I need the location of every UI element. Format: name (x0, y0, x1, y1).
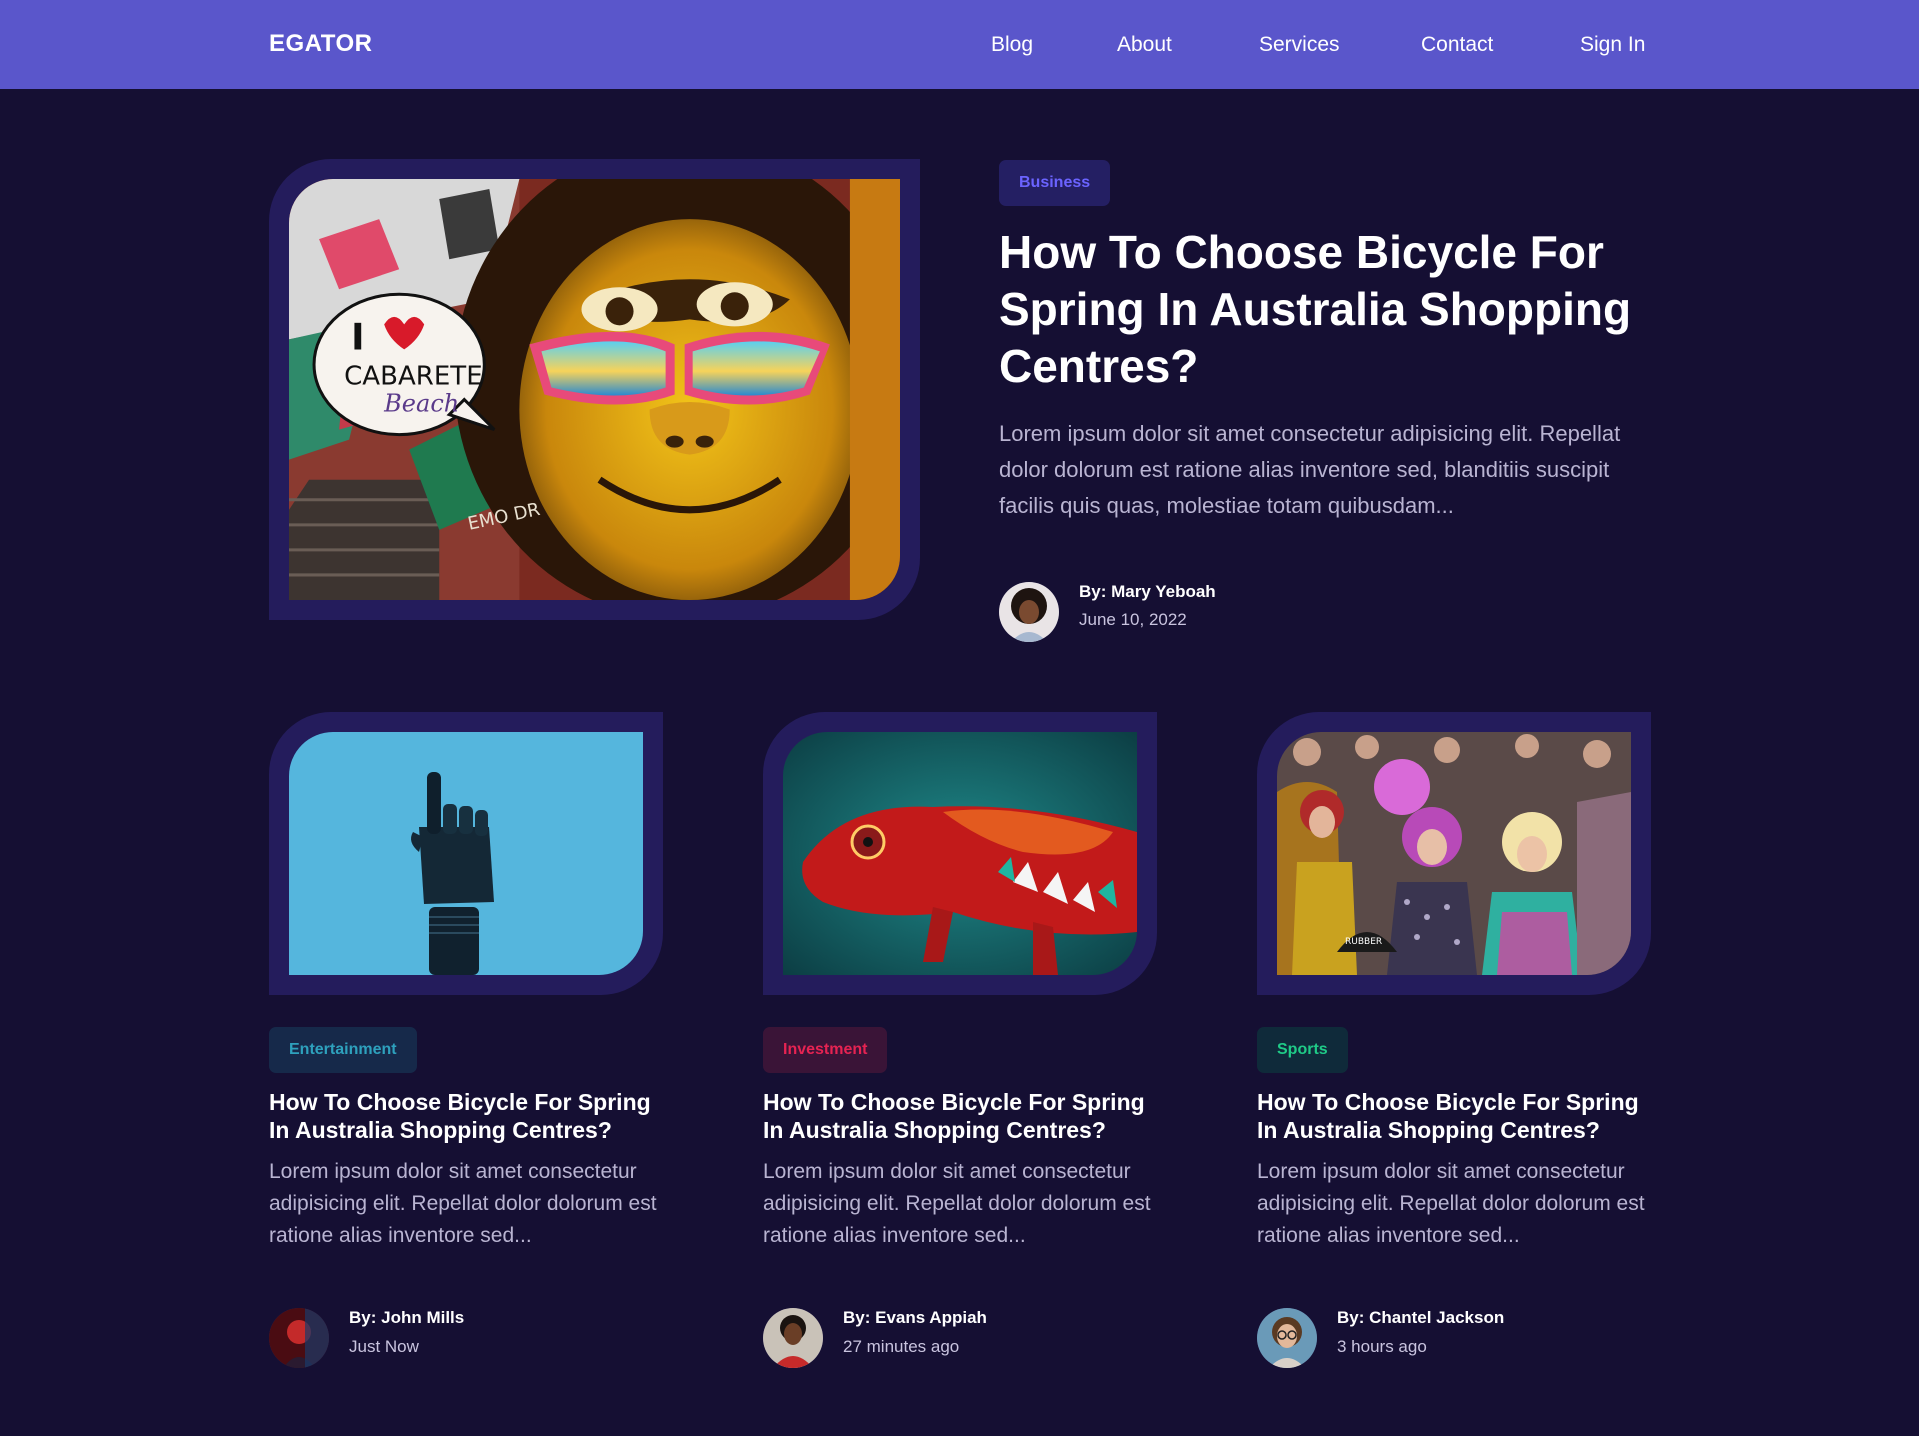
post-time: 27 minutes ago (843, 1337, 960, 1356)
category-badge-sports[interactable]: Sports (1257, 1027, 1348, 1073)
card-title[interactable]: How To Choose Bicycle For Spring In Aust… (763, 1088, 1163, 1144)
card-image-frame[interactable] (269, 712, 663, 995)
card-image-parade-crowd: RUBBER (1277, 732, 1631, 975)
card-image-robot-hand (289, 732, 643, 975)
card-title[interactable]: How To Choose Bicycle For Spring In Aust… (1257, 1088, 1657, 1144)
card-excerpt: Lorem ipsum dolor sit amet consectetur a… (763, 1160, 1151, 1247)
post-time: 3 hours ago (1337, 1337, 1427, 1356)
card-image-frame[interactable] (763, 712, 1157, 995)
featured-post-excerpt: Lorem ipsum dolor sit amet consectetur a… (999, 421, 1621, 518)
graffiti-text-cabarete: CABARETE (344, 361, 483, 391)
graffiti-text-i: I (351, 316, 364, 358)
author-avatar[interactable] (269, 1308, 329, 1368)
graffiti-text-beach: Beach (383, 390, 459, 418)
card-image-frame[interactable]: RUBBER (1257, 712, 1651, 995)
card-excerpt: Lorem ipsum dolor sit amet consectetur a… (269, 1160, 657, 1247)
featured-image-graffiti-monkey: I CABARETE Beach EMO DR (289, 179, 900, 600)
nav-link-services[interactable]: Services (1259, 33, 1340, 57)
author-name: By: Mary Yeboah (1079, 582, 1216, 601)
category-badge-business[interactable]: Business (999, 160, 1111, 206)
author-avatar[interactable] (999, 582, 1059, 642)
nav-link-blog[interactable]: Blog (991, 33, 1033, 57)
author-name: By: Evans Appiah (843, 1308, 987, 1327)
card-image-chameleon (783, 732, 1137, 975)
author-avatar[interactable] (1257, 1308, 1317, 1368)
author-name: By: Chantel Jackson (1337, 1308, 1505, 1327)
brand-logo[interactable]: EGATOR (269, 30, 372, 58)
nav-link-about[interactable]: About (1117, 33, 1172, 57)
category-badge-entertainment[interactable]: Entertainment (269, 1027, 417, 1073)
featured-image-frame[interactable]: I CABARETE Beach EMO DR (269, 159, 920, 620)
fan-text: RUBBER (1345, 937, 1382, 947)
post-time: Just Now (349, 1337, 419, 1356)
card-title[interactable]: How To Choose Bicycle For Spring In Aust… (269, 1088, 669, 1144)
nav-link-contact[interactable]: Contact (1421, 33, 1493, 57)
author-name: By: John Mills (349, 1308, 465, 1327)
category-badge-investment[interactable]: Investment (763, 1027, 888, 1073)
card-excerpt: Lorem ipsum dolor sit amet consectetur a… (1257, 1160, 1645, 1247)
author-avatar[interactable] (763, 1308, 823, 1368)
publish-date: June 10, 2022 (1079, 610, 1187, 629)
top-navbar: EGATOR Blog About Services Contact Sign … (0, 0, 1919, 89)
featured-post-title[interactable]: How To Choose Bicycle For Spring In Aust… (999, 224, 1659, 395)
nav-link-sign-in[interactable]: Sign In (1580, 33, 1645, 57)
